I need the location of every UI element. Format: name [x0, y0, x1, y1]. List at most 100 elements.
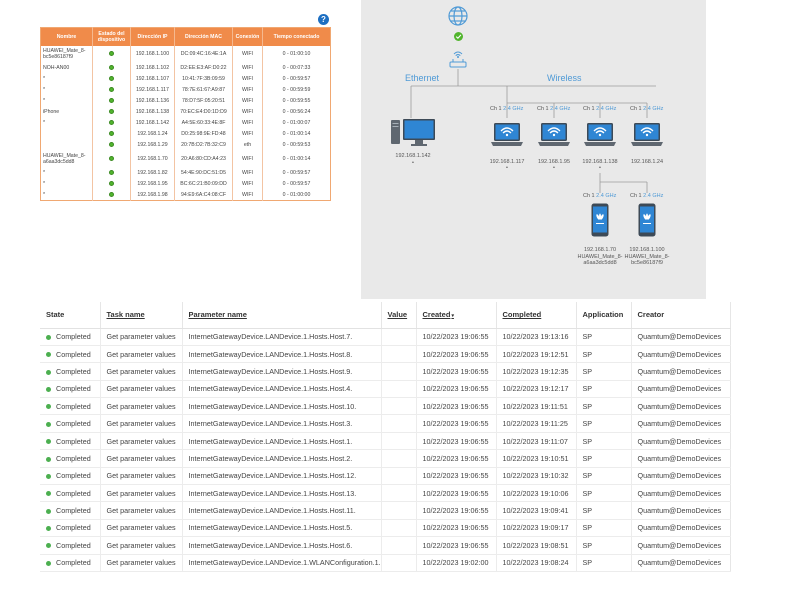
col-task-name[interactable]: Task name [100, 302, 183, 329]
task-state: Completed [56, 332, 91, 342]
task-row[interactable]: Completed Get parameter values InternetGat… [40, 414, 731, 433]
channel-band: 2.4 GHz [596, 106, 617, 112]
completed-status-dot-icon [46, 526, 51, 532]
phone-ip: 192.168.1.70 [583, 247, 617, 253]
channel-band: 2.4 GHz [643, 106, 664, 112]
device-mac: D0:25:98:9E:FD:48 [174, 128, 233, 140]
task-state-cell: Completed [40, 414, 101, 433]
channel-band: 2.4 GHz [643, 193, 664, 199]
status-green-dot-icon [109, 156, 114, 162]
task-created: 10/22/2023 19:06:55 [416, 397, 497, 416]
task-application: SP [576, 414, 632, 433]
network-topology-panel: Ethernet Wireless 192.168.1.142 • Ch 1 2… [361, 0, 706, 299]
task-row[interactable]: Completed Get parameter values InternetGat… [40, 380, 731, 399]
wifi-laptop-device[interactable] [491, 122, 523, 148]
device-ip: 192.168.1.70 [130, 150, 175, 168]
help-icon[interactable]: ? [318, 14, 329, 25]
col-parameter-name[interactable]: Parameter name [182, 302, 382, 329]
task-completed: 10/22/2023 19:08:51 [496, 536, 577, 555]
device-mac: DC:09:4C:16:4E:1A [174, 45, 233, 63]
channel-label: Ch 1 2.4 GHz [490, 106, 523, 112]
task-row[interactable]: Completed Get parameter values InternetGat… [40, 554, 731, 572]
task-row[interactable]: Completed Get parameter values InternetGat… [40, 536, 731, 555]
completed-status-dot-icon [46, 491, 51, 497]
device-row: HUAWEI_Mate_8-bc5e86187f9 192.168.1.100 DC… [40, 45, 331, 63]
device-row: * 192.168.1.82 54:4E:90:DC:51:D5 WIFI 0 - 00… [40, 167, 331, 179]
task-application: SP [576, 362, 632, 381]
task-completed: 10/22/2023 19:09:17 [496, 519, 577, 538]
channel-number: Ch 1 [583, 193, 595, 199]
wifi-phone-device[interactable] [638, 203, 656, 237]
device-ip: 192.168.1.142 [130, 117, 175, 129]
task-parameter: InternetGatewayDevice.LANDevice.1.Hosts.… [182, 536, 382, 555]
device-connected-time: 0 - 00:59:59 [282, 87, 311, 93]
device-state-cell [92, 178, 131, 190]
task-row[interactable]: Completed Get parameter values InternetGat… [40, 449, 731, 468]
task-application: SP [576, 328, 632, 346]
device-table-header: Nombre Estado del dispositivo Dirección … [40, 27, 331, 46]
laptop-mark: • [599, 165, 601, 171]
task-parameter: InternetGatewayDevice.LANDevice.1.Hosts.… [182, 414, 382, 433]
task-value [381, 484, 417, 503]
device-ip: 192.168.1.102 [130, 62, 175, 74]
task-value [381, 380, 417, 399]
device-row: * 192.168.1.136 78:D7:5F:05:20:51 WIFI 0 - 0… [40, 95, 331, 107]
task-created: 10/22/2023 19:06:55 [416, 519, 497, 538]
task-name: Get parameter values [100, 380, 183, 399]
device-ip: 192.168.1.107 [130, 73, 175, 85]
channel-number: Ch 1 [490, 106, 502, 112]
phone-name: HUAWEI_Mate_8-bc5e86187f9 [624, 254, 670, 266]
device-name [40, 139, 93, 151]
task-row[interactable]: Completed Get parameter values InternetGat… [40, 501, 731, 520]
device-ip: 192.168.1.117 [130, 84, 175, 96]
device-row: 192.168.1.29 20:7B:D2:7B:32:C9 eth 0 - 00:5… [40, 139, 331, 151]
device-name: * [40, 84, 93, 96]
task-application: SP [576, 519, 632, 538]
task-row[interactable]: Completed Get parameter values InternetGat… [40, 362, 731, 381]
task-name: Get parameter values [100, 362, 183, 381]
col-state: State [40, 302, 101, 329]
task-application: SP [576, 380, 632, 399]
wifi-laptop-device[interactable] [631, 122, 663, 148]
task-row[interactable]: Completed Get parameter values InternetGat… [40, 484, 731, 503]
task-value [381, 501, 417, 520]
device-state-cell [92, 150, 131, 168]
smartphone-huawei-icon [591, 203, 609, 241]
task-creator: Quamtum@DemoDevices [631, 484, 731, 503]
task-row[interactable]: Completed Get parameter values InternetGat… [40, 328, 731, 346]
task-state-cell: Completed [40, 501, 101, 520]
wifi-phone-device[interactable] [591, 203, 609, 237]
col-created[interactable]: Created▾ [416, 302, 497, 329]
task-creator: Quamtum@DemoDevices [631, 328, 731, 346]
phone-ip: 192.168.1.100 [629, 247, 665, 253]
task-row[interactable]: Completed Get parameter values InternetGat… [40, 519, 731, 538]
device-ip: 192.168.1.95 [130, 178, 175, 190]
router-icon [449, 51, 467, 68]
task-row[interactable]: Completed Get parameter values InternetGat… [40, 432, 731, 451]
internet-globe-icon [448, 6, 468, 26]
task-state: Completed [56, 349, 91, 359]
task-row[interactable]: Completed Get parameter values InternetGat… [40, 397, 731, 416]
desktop-device[interactable] [390, 118, 436, 153]
task-creator: Quamtum@DemoDevices [631, 380, 731, 399]
col-ip: Dirección IP [130, 27, 175, 46]
task-name: Get parameter values [100, 345, 183, 364]
completed-status-dot-icon [46, 421, 51, 427]
status-green-dot-icon [109, 181, 114, 187]
col-value[interactable]: Value [381, 302, 417, 329]
desktop-ip: 192.168.1.142 [395, 153, 431, 159]
desktop-pc-icon [391, 119, 435, 146]
task-name: Get parameter values [100, 432, 183, 451]
task-row[interactable]: Completed Get parameter values InternetGat… [40, 345, 731, 364]
wifi-laptop-device[interactable] [584, 122, 616, 148]
task-state-cell: Completed [40, 519, 101, 538]
task-completed: 10/22/2023 19:10:06 [496, 484, 577, 503]
task-state: Completed [56, 506, 91, 516]
device-connected-time: 0 - 00:07:33 [282, 65, 311, 71]
col-completed[interactable]: Completed [496, 302, 577, 329]
channel-number: Ch 1 [630, 106, 642, 112]
task-row[interactable]: Completed Get parameter values InternetGat… [40, 467, 731, 486]
device-connected-time: 0 - 01:00:14 [282, 156, 311, 162]
wifi-laptop-device[interactable] [538, 122, 570, 148]
laptop-mark: • [506, 165, 508, 171]
